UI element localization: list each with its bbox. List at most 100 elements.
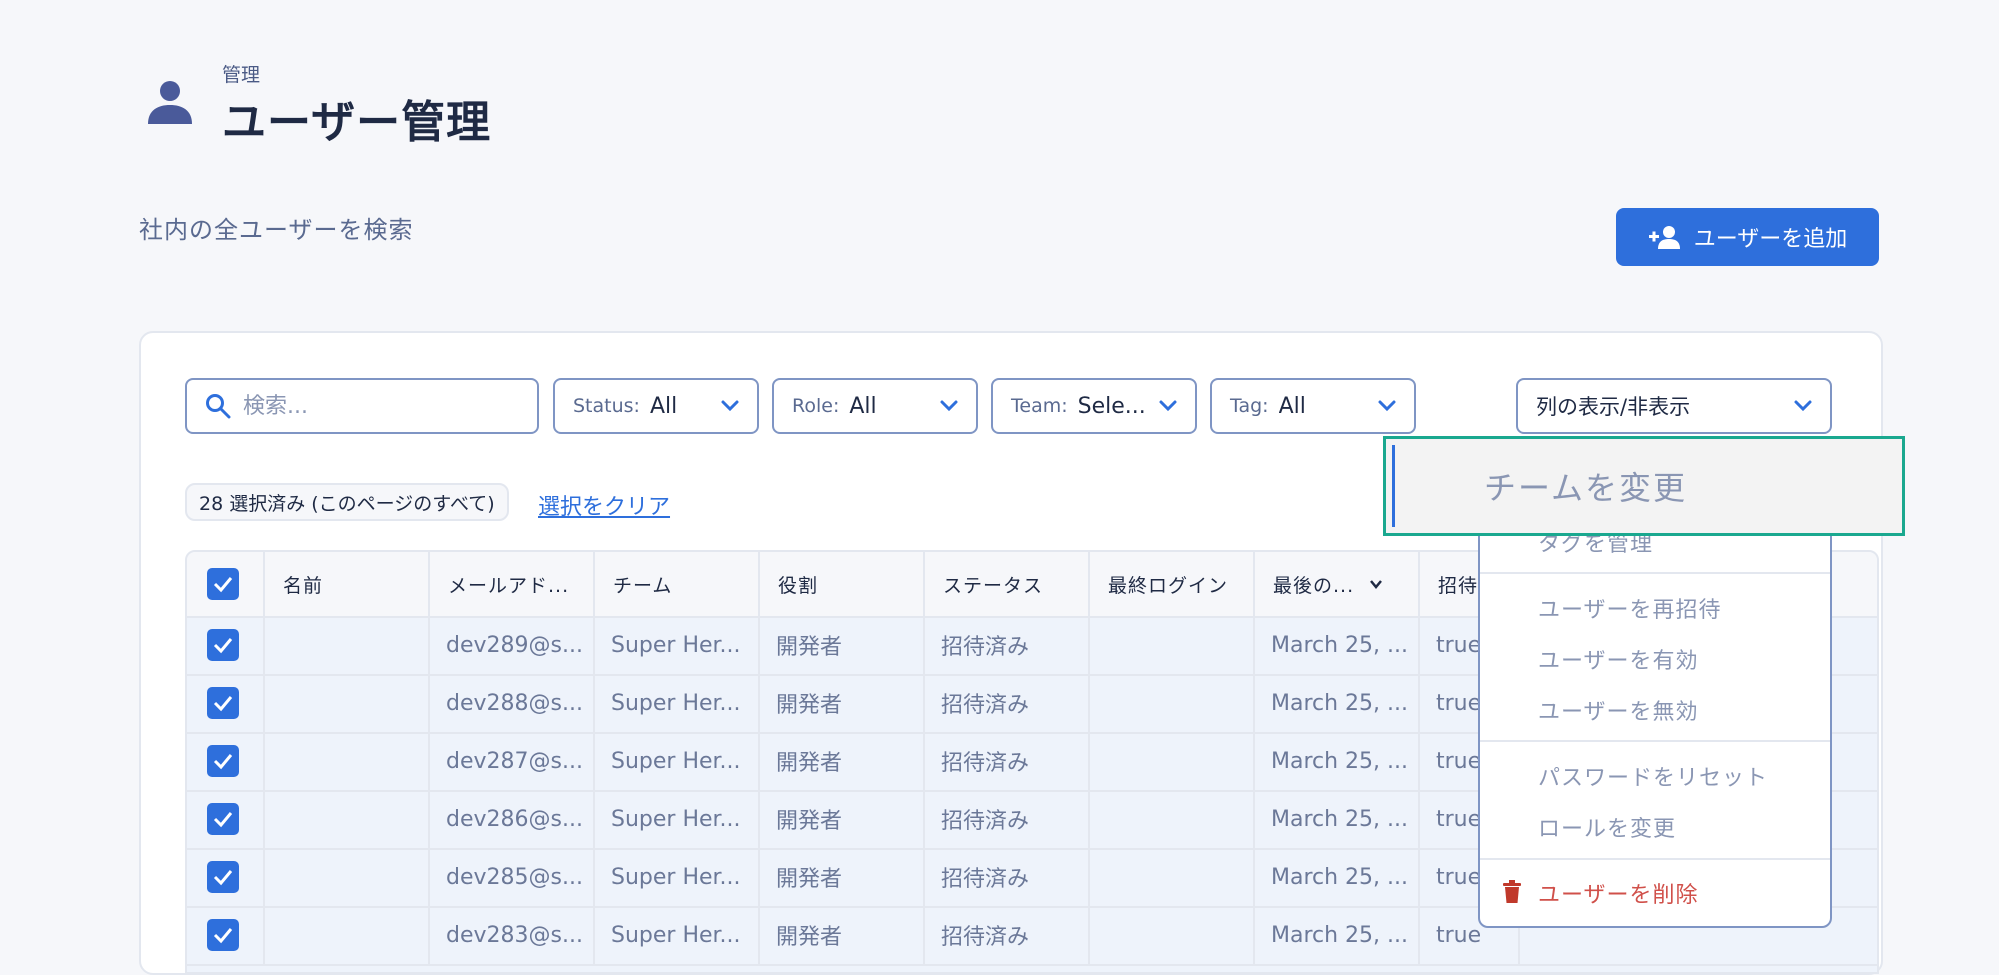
cell-last: March 25, ... — [1255, 790, 1420, 848]
row-checkbox[interactable] — [207, 919, 239, 951]
select-all-checkbox[interactable] — [207, 568, 239, 600]
cell-last: March 25, ... — [1255, 906, 1420, 964]
cell-status: 招待済み — [925, 732, 1090, 790]
cell-team: Super Her... — [595, 616, 760, 674]
cell-role: 開発者 — [760, 848, 925, 906]
check-icon — [213, 638, 233, 654]
status-filter[interactable]: Status: All — [553, 378, 759, 434]
search-field[interactable] — [241, 392, 525, 420]
check-icon — [213, 577, 233, 593]
search-icon — [206, 394, 231, 419]
row-select-cell — [187, 906, 265, 964]
row-select-cell — [187, 848, 265, 906]
cell-team: Super Her... — [595, 674, 760, 732]
row-select-cell — [187, 790, 265, 848]
cell-last-login — [1090, 848, 1255, 906]
clear-selection-link[interactable]: 選択をクリア — [538, 489, 670, 521]
menu-item-change-team[interactable]: チームを変更 — [1383, 436, 1905, 536]
page-title: ユーザー管理 — [222, 97, 492, 148]
cell-role: 開発者 — [760, 616, 925, 674]
cell-role: 開発者 — [760, 790, 925, 848]
menu-divider — [1480, 572, 1830, 574]
team-filter[interactable]: Team: Sele... — [991, 378, 1197, 434]
chevron-down-icon — [1794, 400, 1812, 412]
person-add-icon — [1648, 226, 1680, 249]
search-input[interactable] — [185, 378, 539, 434]
row-checkbox[interactable] — [207, 803, 239, 835]
cell-team: Super Her... — [595, 790, 760, 848]
sort-chevron-down-icon — [1370, 580, 1383, 589]
filter-label: Role: — [792, 395, 840, 417]
menu-item-delete-users[interactable]: ユーザーを削除 — [1538, 877, 1699, 909]
filter-label: Status: — [573, 395, 640, 417]
menu-item-reset-password[interactable]: パスワードをリセット — [1538, 760, 1768, 792]
selection-count-badge: 28 選択済み (このページのすべて) — [185, 483, 509, 521]
menu-divider — [1480, 858, 1830, 860]
column-header-last-sort[interactable]: 最後の... — [1255, 552, 1420, 616]
cell-name — [265, 906, 430, 964]
cell-last: March 25, ... — [1255, 674, 1420, 732]
trash-icon — [1503, 880, 1521, 903]
row-checkbox[interactable] — [207, 629, 239, 661]
cell-role: 開発者 — [760, 674, 925, 732]
check-icon — [213, 870, 233, 886]
column-header-email[interactable]: メールアド... — [430, 552, 595, 616]
filter-value: Sele... — [1077, 393, 1146, 419]
cell-name — [265, 732, 430, 790]
cell-role: 開発者 — [760, 732, 925, 790]
cell-name — [265, 674, 430, 732]
cell-last: March 25, ... — [1255, 848, 1420, 906]
cell-status: 招待済み — [925, 906, 1090, 964]
check-icon — [213, 696, 233, 712]
row-checkbox[interactable] — [207, 687, 239, 719]
cell-email: dev286@s... — [430, 790, 595, 848]
menu-item-reinvite[interactable]: ユーザーを再招待 — [1538, 592, 1722, 624]
cell-last-login — [1090, 906, 1255, 964]
add-user-button[interactable]: ユーザーを追加 — [1616, 208, 1879, 266]
select-all-cell — [187, 552, 265, 616]
cell-email: dev285@s... — [430, 848, 595, 906]
row-checkbox[interactable] — [207, 745, 239, 777]
cell-status: 招待済み — [925, 790, 1090, 848]
role-filter[interactable]: Role: All — [772, 378, 978, 434]
cell-last-login — [1090, 732, 1255, 790]
cell-status: 招待済み — [925, 616, 1090, 674]
check-icon — [213, 928, 233, 944]
column-header-role[interactable]: 役割 — [760, 552, 925, 616]
page-subtitle: 社内の全ユーザーを検索 — [139, 216, 414, 244]
cell-name — [265, 616, 430, 674]
menu-item-disable[interactable]: ユーザーを無効 — [1538, 694, 1699, 726]
cell-email: dev289@s... — [430, 616, 595, 674]
cell-team: Super Her... — [595, 906, 760, 964]
cell-status: 招待済み — [925, 674, 1090, 732]
cell-name — [265, 848, 430, 906]
cell-team: Super Her... — [595, 848, 760, 906]
column-visibility-label: 列の表示/非表示 — [1536, 395, 1691, 419]
row-select-cell — [187, 732, 265, 790]
column-header-team[interactable]: チーム — [595, 552, 760, 616]
chevron-down-icon — [1378, 400, 1396, 412]
menu-item-change-role[interactable]: ロールを変更 — [1538, 811, 1676, 843]
person-icon — [148, 81, 192, 124]
tag-filter[interactable]: Tag: All — [1210, 378, 1416, 434]
column-header-status[interactable]: ステータス — [925, 552, 1090, 616]
chevron-down-icon — [940, 400, 958, 412]
chevron-down-icon — [721, 400, 739, 412]
column-header-name[interactable]: 名前 — [265, 552, 430, 616]
column-header-last-label: 最後の... — [1273, 574, 1355, 597]
cell-last: March 25, ... — [1255, 616, 1420, 674]
cell-team: Super Her... — [595, 732, 760, 790]
filter-value: All — [849, 393, 877, 419]
filter-label: Team: — [1011, 395, 1068, 417]
cell-last-login — [1090, 674, 1255, 732]
column-visibility-select[interactable]: 列の表示/非表示 — [1516, 378, 1832, 434]
menu-divider — [1480, 740, 1830, 742]
column-header-last-login[interactable]: 最終ログイン — [1090, 552, 1255, 616]
menu-item-enable[interactable]: ユーザーを有効 — [1538, 643, 1699, 675]
cell-last-login — [1090, 790, 1255, 848]
cell-last-login — [1090, 616, 1255, 674]
filter-label: Tag: — [1230, 395, 1269, 417]
row-checkbox[interactable] — [207, 861, 239, 893]
check-icon — [213, 754, 233, 770]
cell-status: 招待済み — [925, 848, 1090, 906]
